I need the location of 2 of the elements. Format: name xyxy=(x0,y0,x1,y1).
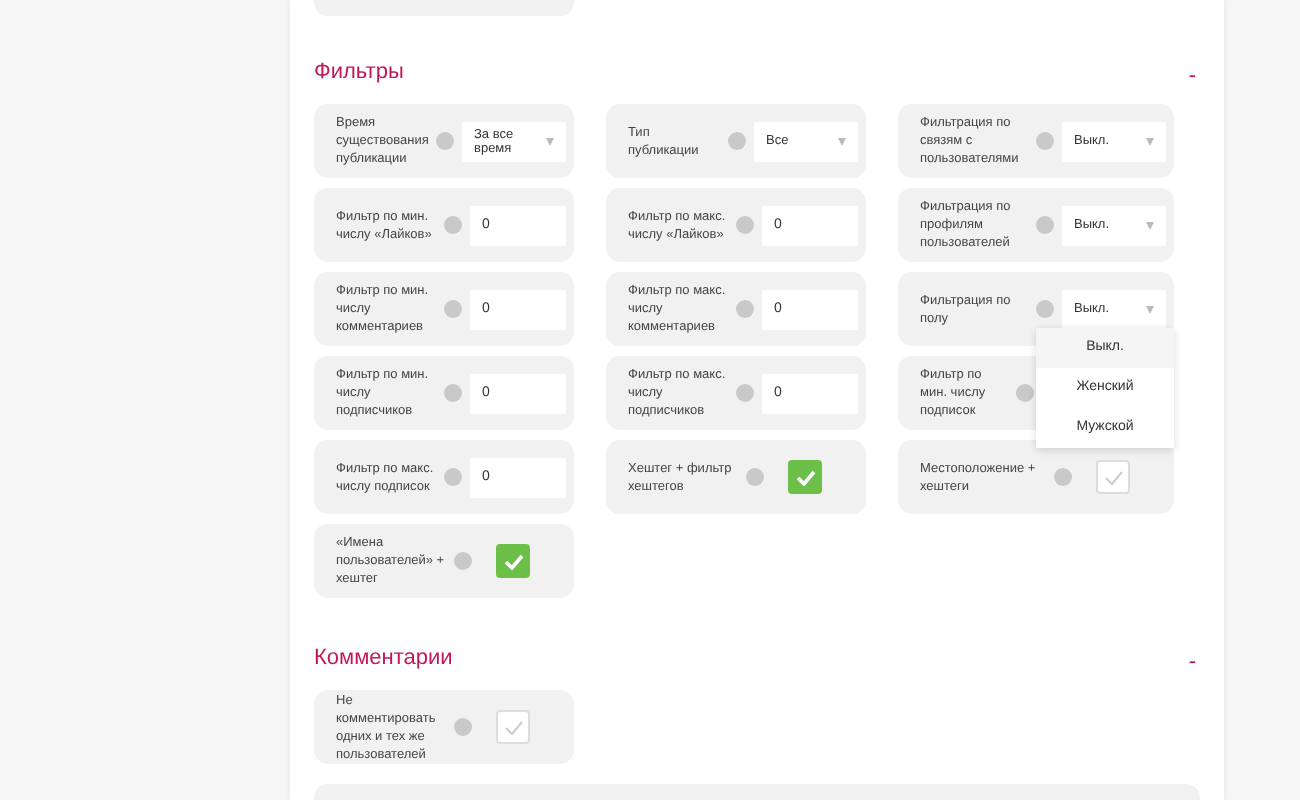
section-title: Комментарии xyxy=(314,646,453,670)
section-title: Фильтры xyxy=(314,60,404,84)
